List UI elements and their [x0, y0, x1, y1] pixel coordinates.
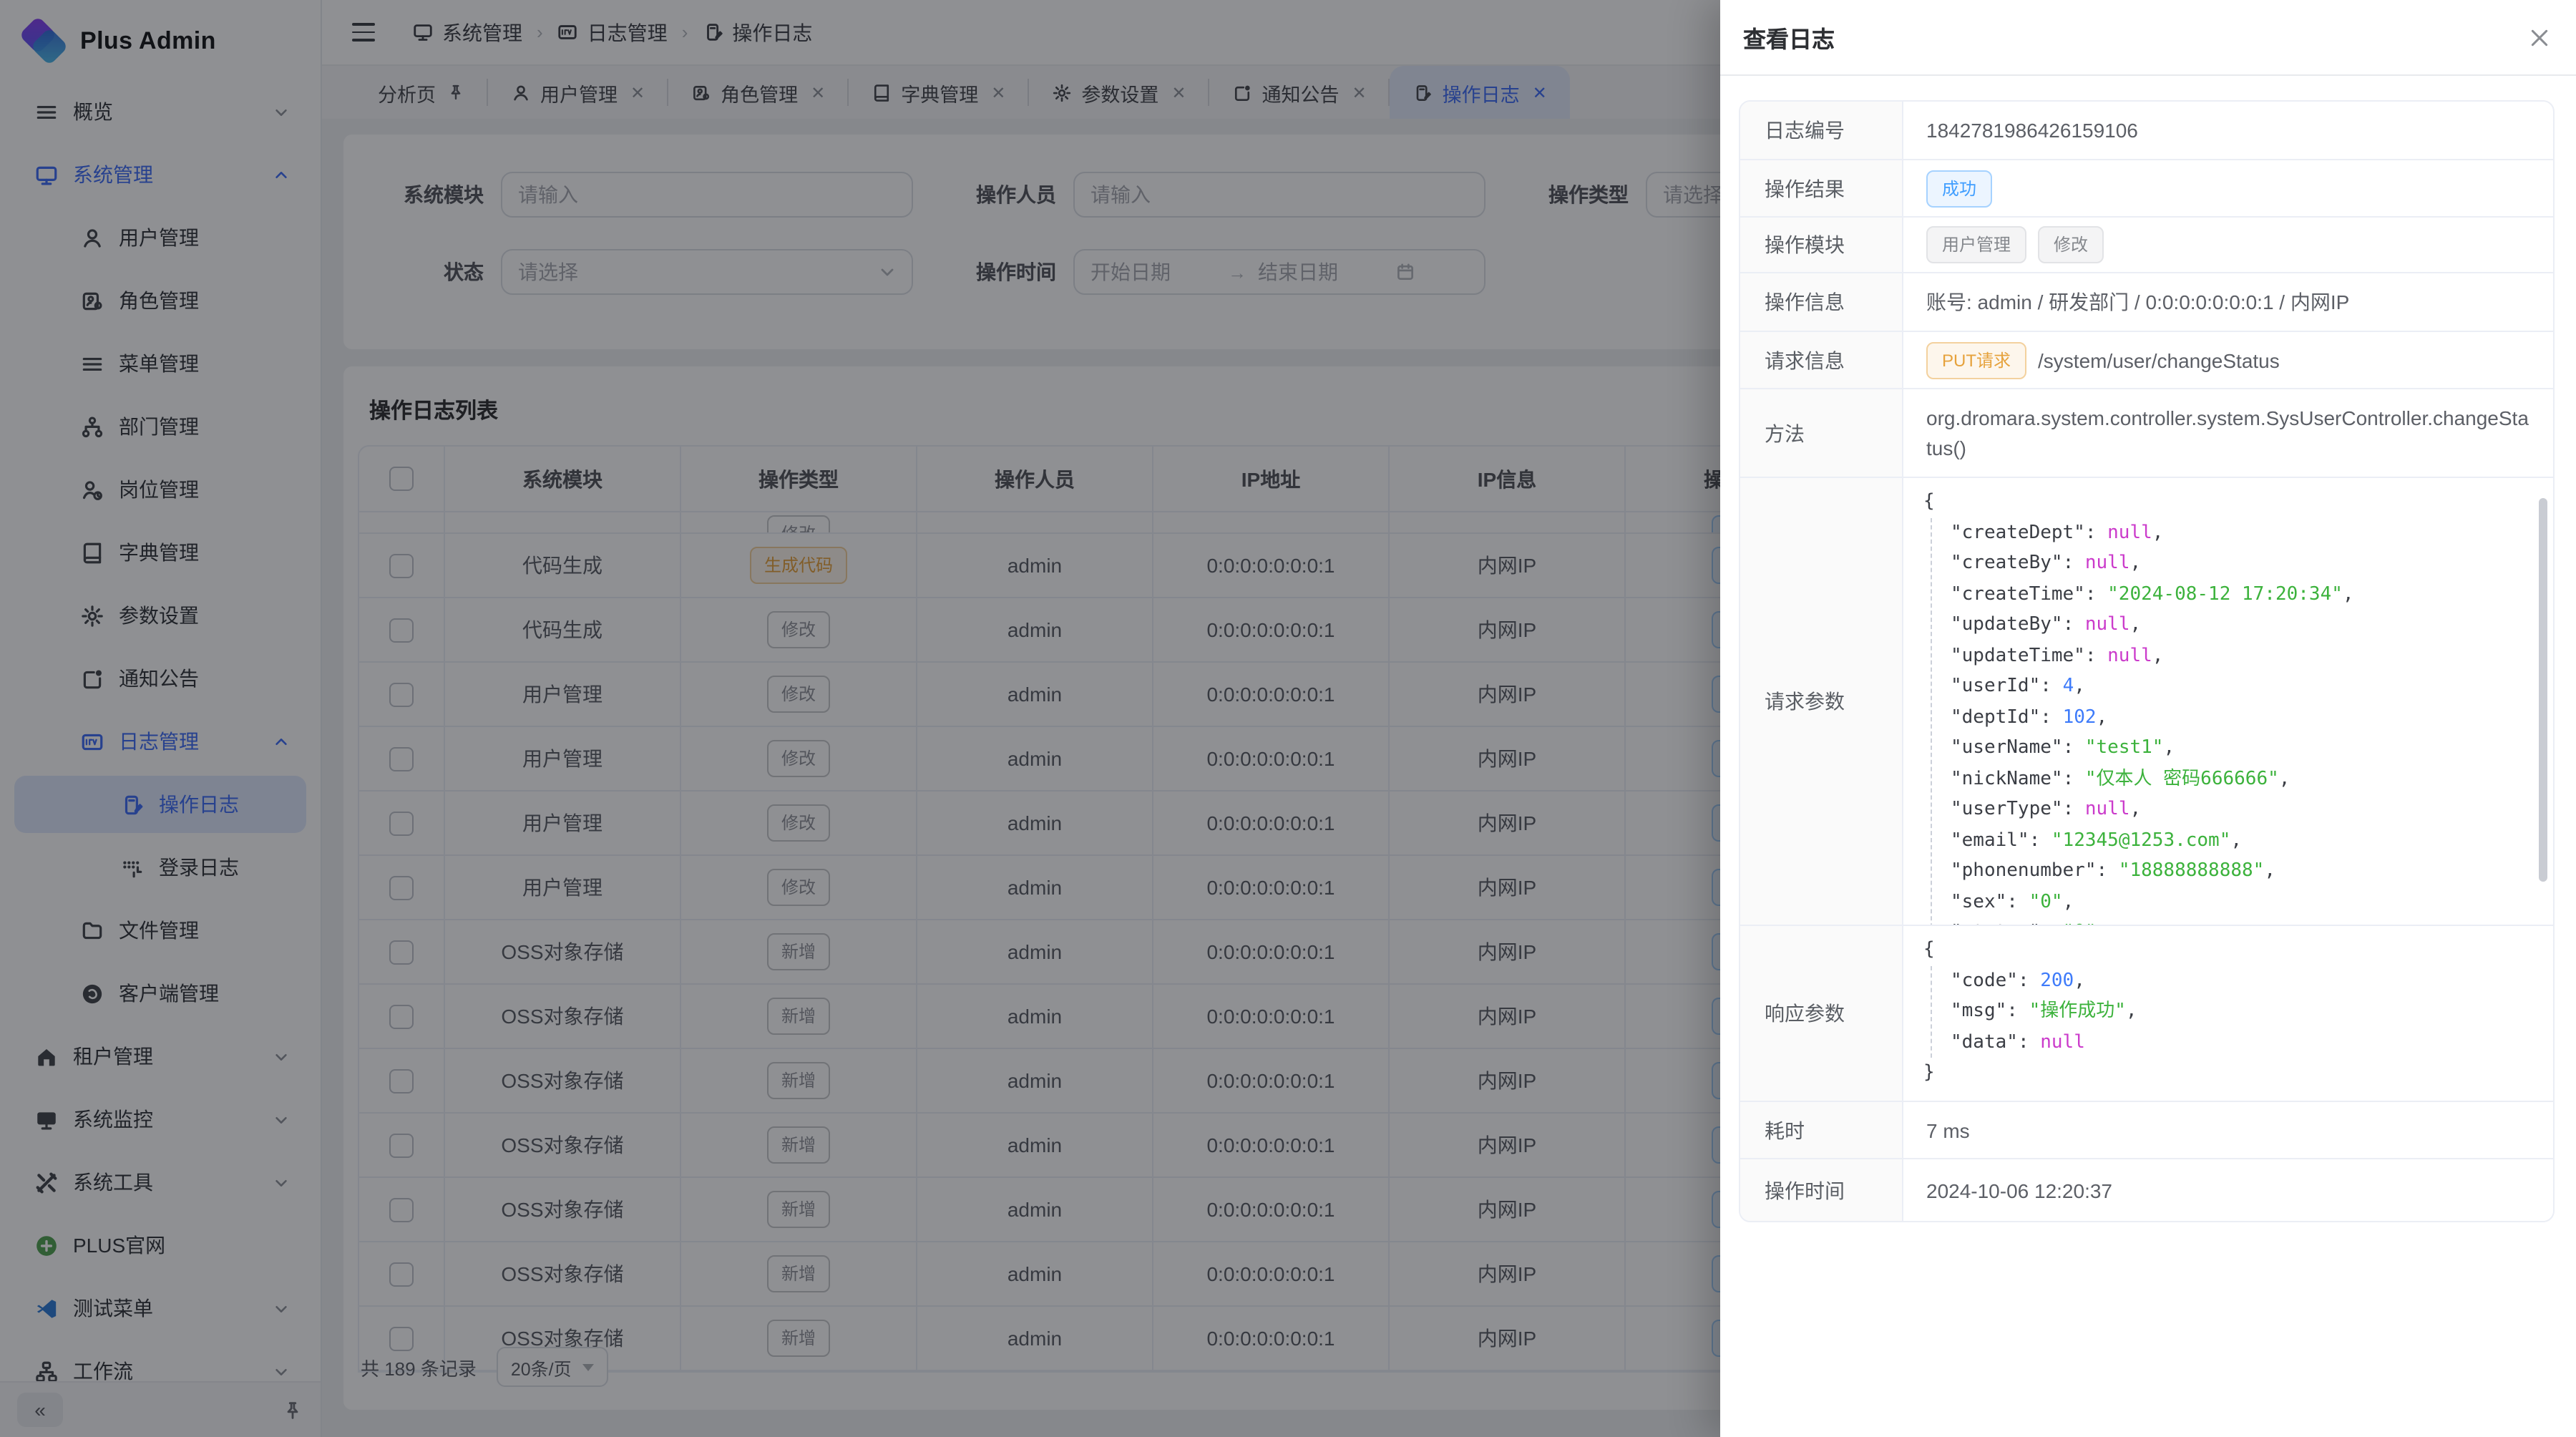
field-label-result: 操作结果 — [1740, 160, 1903, 216]
field-value-duration: 7 ms — [1903, 1102, 2553, 1158]
field-value-method: org.dromara.system.controller.system.Sys… — [1903, 389, 2553, 477]
json-line: "code": 200, — [1951, 965, 2137, 996]
json-line: "sex": "0", — [1951, 887, 2354, 917]
module-tag: 用户管理 — [1926, 226, 2026, 263]
field-label-info: 操作信息 — [1740, 273, 1903, 331]
field-value-log-id: 1842781986426159106 — [1903, 102, 2553, 159]
json-line: "createDept": null, — [1951, 517, 2354, 548]
field-value-info: 账号: admin / 研发部门 / 0:0:0:0:0:0:0:1 / 内网I… — [1903, 273, 2553, 331]
json-line: "createTime": "2024-08-12 17:20:34", — [1951, 579, 2354, 610]
request-params-json: {"createDept": null,"createBy": null,"cr… — [1923, 487, 2354, 925]
view-log-drawer: 查看日志 日志编号 1842781986426159106 操作结果 成功 操作… — [1720, 0, 2576, 1437]
drawer-title: 查看日志 — [1743, 20, 1835, 54]
field-value-time: 2024-10-06 12:20:37 — [1903, 1159, 2553, 1221]
operation-type-tag: 修改 — [2038, 226, 2104, 263]
json-line: "nickName": "仅本人 密码666666", — [1951, 764, 2354, 794]
close-icon[interactable] — [2529, 26, 2550, 48]
field-label-time: 操作时间 — [1740, 1159, 1903, 1221]
request-url: /system/user/changeStatus — [2038, 349, 2280, 371]
json-line: "status": "0", — [1951, 917, 2354, 925]
response-params-json: {"code": 200,"msg": "操作成功","data": null} — [1923, 935, 2137, 1088]
field-label-response-params: 响应参数 — [1740, 926, 1903, 1101]
scrollbar-thumb[interactable] — [2539, 498, 2547, 882]
field-label-method: 方法 — [1740, 389, 1903, 477]
app-root: Plus Admin 概览系统管理用户管理角色管理菜单管理部门管理岗位管理字典管… — [0, 0, 2576, 1437]
field-label-log-id: 日志编号 — [1740, 102, 1903, 159]
json-line: "msg": "操作成功", — [1951, 996, 2137, 1027]
json-line: "deptId": 102, — [1951, 702, 2354, 733]
log-detail-table: 日志编号 1842781986426159106 操作结果 成功 操作模块 用户… — [1739, 100, 2555, 1222]
json-line: "data": null — [1951, 1027, 2137, 1058]
json-line: "userName": "test1", — [1951, 733, 2354, 764]
field-label-module: 操作模块 — [1740, 218, 1903, 272]
field-label-duration: 耗时 — [1740, 1102, 1903, 1158]
json-line: "userType": null, — [1951, 794, 2354, 825]
json-line: "phonenumber": "18888888888", — [1951, 856, 2354, 887]
response-params-value: {"code": 200,"msg": "操作成功","data": null} — [1903, 926, 2553, 1101]
request-params-value: {"createDept": null,"createBy": null,"cr… — [1903, 478, 2553, 925]
json-line: "email": "12345@1253.com", — [1951, 825, 2354, 856]
http-method-tag: PUT请求 — [1926, 341, 2026, 379]
json-line: "userId": 4, — [1951, 671, 2354, 702]
status-badge: 成功 — [1926, 170, 1992, 207]
drawer-header: 查看日志 — [1720, 0, 2576, 76]
field-label-request: 请求信息 — [1740, 332, 1903, 388]
json-line: "updateTime": null, — [1951, 640, 2354, 671]
field-label-request-params: 请求参数 — [1740, 478, 1903, 925]
json-line: "updateBy": null, — [1951, 610, 2354, 640]
json-line: "createBy": null, — [1951, 548, 2354, 579]
